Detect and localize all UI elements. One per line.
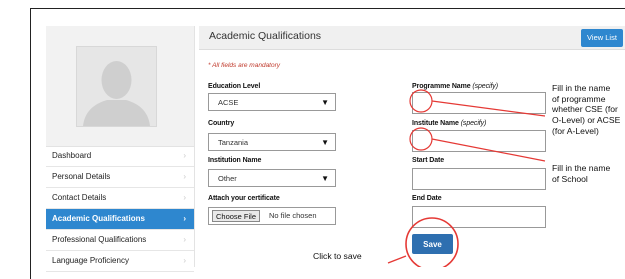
country-value: Tanzania bbox=[218, 138, 249, 147]
country-label: Country bbox=[208, 120, 235, 127]
main-panel: Academic Qualifications View List * All … bbox=[199, 26, 625, 267]
education-level-value: ACSE bbox=[218, 98, 239, 107]
chevron-right-icon: › bbox=[183, 151, 186, 160]
profile-area bbox=[46, 26, 194, 147]
annotation-line: (for A-Level) bbox=[552, 125, 599, 136]
programme-name-spec: (specify) bbox=[472, 83, 498, 90]
institute-name-input[interactable] bbox=[412, 130, 546, 152]
dropdown-arrow-icon: ▼ bbox=[321, 98, 329, 107]
annotation-line: of programme bbox=[552, 93, 606, 104]
institution-name-select[interactable]: Other ▼ bbox=[208, 169, 336, 187]
country-select[interactable]: Tanzania ▼ bbox=[208, 133, 336, 151]
sidebar-item-label: Academic Qualifications bbox=[52, 214, 145, 223]
education-level-select[interactable]: ACSE ▼ bbox=[208, 93, 336, 111]
sidebar-item-academic-qualifications[interactable]: Academic Qualifications › bbox=[46, 209, 194, 230]
chevron-right-icon: › bbox=[183, 193, 186, 202]
institute-name-spec: (specify) bbox=[460, 120, 487, 127]
chevron-right-icon: › bbox=[183, 256, 186, 265]
choose-file-button[interactable]: Choose File bbox=[212, 210, 261, 222]
start-date-input[interactable] bbox=[412, 168, 546, 190]
certificate-label: Attach your certificate bbox=[208, 195, 280, 202]
programme-name-label: Programme Name (specify) bbox=[412, 83, 498, 90]
dropdown-arrow-icon: ▼ bbox=[321, 174, 329, 183]
sidebar-menu: Dashboard › Personal Details › Contact D… bbox=[46, 146, 194, 272]
annotation-line: of School bbox=[552, 173, 588, 184]
sidebar-item-personal-details[interactable]: Personal Details › bbox=[46, 167, 194, 188]
sidebar-item-professional-qualifications[interactable]: Professional Qualifications › bbox=[46, 230, 194, 251]
certificate-file-input: Choose File No file chosen bbox=[208, 207, 336, 225]
programme-name-input[interactable] bbox=[412, 92, 546, 114]
avatar bbox=[76, 46, 157, 127]
end-date-input[interactable] bbox=[412, 206, 546, 228]
view-list-button[interactable]: View List bbox=[581, 29, 623, 47]
sidebar-item-label: Professional Qualifications bbox=[52, 235, 147, 244]
sidebar-item-label: Language Proficiency bbox=[52, 256, 129, 265]
dropdown-arrow-icon: ▼ bbox=[321, 138, 329, 147]
mandatory-note: * All fields are mandatory bbox=[208, 62, 281, 69]
annotation-line: whether CSE (for bbox=[552, 104, 618, 115]
sidebar-item-contact-details[interactable]: Contact Details › bbox=[46, 188, 194, 209]
annotation-line: Fill in the name bbox=[552, 163, 611, 173]
sidebar-item-label: Dashboard bbox=[52, 151, 92, 160]
annotation-line: Fill in the name bbox=[552, 83, 611, 93]
file-status: No file chosen bbox=[269, 211, 317, 220]
page-title: Academic Qualifications bbox=[209, 30, 322, 42]
education-level-label: Education Level bbox=[208, 83, 261, 90]
chevron-right-icon: › bbox=[183, 235, 186, 244]
panel-header: Academic Qualifications View List bbox=[199, 26, 625, 50]
save-button[interactable]: Save bbox=[412, 234, 453, 254]
programme-name-label-text: Programme Name bbox=[412, 83, 471, 90]
user-silhouette-icon bbox=[83, 61, 150, 126]
institute-name-label: Institute Name (specify) bbox=[412, 120, 486, 127]
sidebar-item-label: Personal Details bbox=[52, 172, 111, 181]
start-date-label: Start Date bbox=[412, 157, 445, 164]
sidebar-item-dashboard[interactable]: Dashboard › bbox=[46, 146, 194, 167]
sidebar-item-language-proficiency[interactable]: Language Proficiency › bbox=[46, 251, 194, 272]
chevron-right-icon: › bbox=[183, 172, 186, 181]
institution-name-label: Institution Name bbox=[208, 157, 262, 164]
end-date-label: End Date bbox=[412, 195, 442, 202]
school-annotation: Fill in the name of School bbox=[552, 163, 610, 184]
institution-name-value: Other bbox=[218, 174, 237, 183]
institute-name-label-text: Institute Name bbox=[412, 120, 459, 127]
programme-annotation: Fill in the name of programme whether CS… bbox=[552, 83, 620, 137]
annotation-line: O-Level) or ACSE bbox=[552, 115, 621, 126]
sidebar-item-label: Contact Details bbox=[52, 193, 107, 202]
sidebar: Dashboard › Personal Details › Contact D… bbox=[46, 26, 195, 272]
chevron-right-icon: › bbox=[183, 214, 186, 223]
save-annotation: Click to save bbox=[313, 251, 362, 261]
